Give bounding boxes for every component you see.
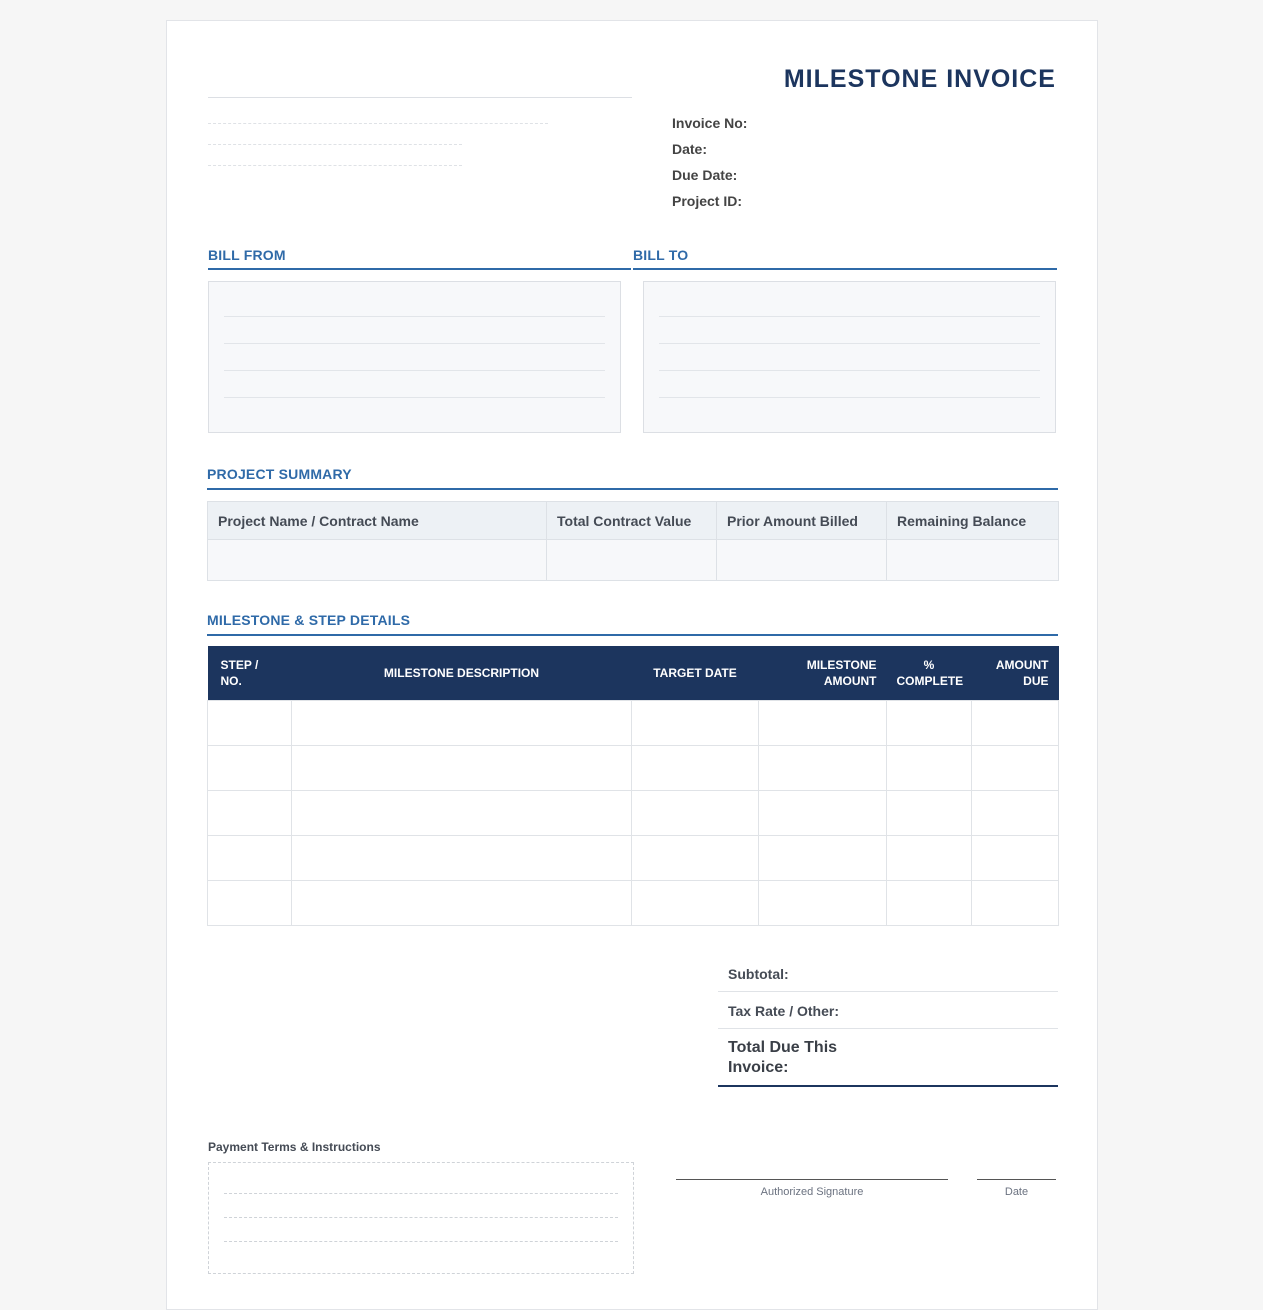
milestone-amount-cell[interactable] <box>758 879 887 926</box>
milestone-amount-cell[interactable] <box>758 744 887 791</box>
milestone-amount-cell[interactable] <box>758 834 887 881</box>
project-summary-rule <box>207 488 1058 490</box>
target-date-cell[interactable] <box>631 744 759 791</box>
project-summary-heading: PROJECT SUMMARY <box>207 466 352 482</box>
target-date-header: TARGET DATE <box>631 646 759 700</box>
target-date-cell[interactable] <box>631 879 759 926</box>
milestone-row <box>207 879 1059 926</box>
description-cell[interactable] <box>291 834 632 881</box>
remaining-balance-header: Remaining Balance <box>886 501 1059 540</box>
step-cell[interactable] <box>207 879 292 926</box>
target-date-cell[interactable] <box>631 699 759 746</box>
invoice-title: MILESTONE INVOICE <box>783 65 1056 93</box>
percent-complete-cell[interactable] <box>886 699 972 746</box>
milestone-details-rule <box>207 634 1058 636</box>
amount-due-cell[interactable] <box>971 879 1059 926</box>
payment-line <box>224 1193 618 1194</box>
tax-row[interactable]: Tax Rate / Other: <box>718 992 1058 1029</box>
project-id-label: Project ID: <box>672 193 743 209</box>
address-line <box>224 397 605 398</box>
address-line <box>224 343 605 344</box>
amount-due-cell[interactable] <box>971 699 1059 746</box>
total-due-label: Total Due This Invoice: <box>728 1039 838 1076</box>
tax-label: Tax Rate / Other: <box>728 1003 839 1019</box>
subtotal-label: Subtotal: <box>728 966 789 982</box>
signature-date-caption: Date <box>1004 1186 1029 1198</box>
subtotal-row[interactable]: Subtotal: <box>718 955 1058 992</box>
company-address-line[interactable] <box>208 165 462 166</box>
bill-from-heading: BILL FROM <box>208 247 286 263</box>
company-name-line[interactable] <box>208 97 632 98</box>
step-cell[interactable] <box>207 699 292 746</box>
bill-from-rule <box>208 268 631 270</box>
payment-terms-box[interactable] <box>208 1162 634 1274</box>
amount-due-cell[interactable] <box>971 789 1059 836</box>
milestone-row <box>207 834 1059 881</box>
payment-terms-label: Payment Terms & Instructions <box>208 1140 381 1154</box>
milestone-details-table: STEP / NO. MILESTONE DESCRIPTION TARGET … <box>207 646 1059 926</box>
step-cell[interactable] <box>207 834 292 881</box>
project-name-header: Project Name / Contract Name <box>207 501 547 540</box>
details-header-row: STEP / NO. MILESTONE DESCRIPTION TARGET … <box>207 646 1059 700</box>
authorized-signature-caption: Authorized Signature <box>760 1186 864 1198</box>
company-address-line[interactable] <box>208 144 462 145</box>
address-line <box>659 370 1040 371</box>
address-line <box>659 397 1040 398</box>
amount-due-cell[interactable] <box>971 744 1059 791</box>
total-contract-value-cell[interactable] <box>546 539 717 581</box>
bill-to-rule <box>633 268 1057 270</box>
percent-complete-header: % COMPLETE <box>886 646 972 700</box>
step-number-header: STEP / NO. <box>207 646 292 700</box>
project-summary-table: Project Name / Contract Name Total Contr… <box>207 501 1059 581</box>
percent-complete-cell[interactable] <box>886 879 972 926</box>
total-due-row[interactable]: Total Due This Invoice: <box>718 1029 1058 1087</box>
signature-date-line[interactable] <box>977 1179 1056 1180</box>
description-cell[interactable] <box>291 789 632 836</box>
milestone-amount-cell[interactable] <box>758 699 887 746</box>
step-cell[interactable] <box>207 744 292 791</box>
amount-due-header: AMOUNT DUE <box>971 646 1059 700</box>
invoice-sheet: MILESTONE INVOICE Invoice No: Date: Due … <box>166 20 1098 1310</box>
remaining-balance-cell[interactable] <box>886 539 1059 581</box>
prior-amount-billed-header: Prior Amount Billed <box>716 501 887 540</box>
milestone-description-header: MILESTONE DESCRIPTION <box>291 646 632 700</box>
company-address-line[interactable] <box>208 123 548 124</box>
milestone-details-heading: MILESTONE & STEP DETAILS <box>207 612 411 628</box>
percent-complete-cell[interactable] <box>886 789 972 836</box>
payment-line <box>224 1217 618 1218</box>
milestone-amount-cell[interactable] <box>758 789 887 836</box>
bill-to-box[interactable] <box>643 281 1056 433</box>
address-line <box>659 343 1040 344</box>
invoice-number-label: Invoice No: <box>672 115 748 131</box>
step-cell[interactable] <box>207 789 292 836</box>
milestone-row <box>207 789 1059 836</box>
target-date-cell[interactable] <box>631 789 759 836</box>
authorized-signature-line[interactable] <box>676 1179 948 1180</box>
description-cell[interactable] <box>291 699 632 746</box>
target-date-cell[interactable] <box>631 834 759 881</box>
address-line <box>659 316 1040 317</box>
project-name-cell[interactable] <box>207 539 547 581</box>
amount-due-cell[interactable] <box>971 834 1059 881</box>
address-line <box>224 316 605 317</box>
due-date-label: Due Date: <box>672 167 738 183</box>
description-cell[interactable] <box>291 879 632 926</box>
milestone-row <box>207 744 1059 791</box>
summary-row <box>207 539 1059 581</box>
percent-complete-cell[interactable] <box>886 744 972 791</box>
address-line <box>224 370 605 371</box>
total-contract-value-header: Total Contract Value <box>546 501 717 540</box>
milestone-row <box>207 699 1059 746</box>
summary-header-row: Project Name / Contract Name Total Contr… <box>207 501 1059 540</box>
prior-amount-billed-cell[interactable] <box>716 539 887 581</box>
bill-from-box[interactable] <box>208 281 621 433</box>
description-cell[interactable] <box>291 744 632 791</box>
percent-complete-cell[interactable] <box>886 834 972 881</box>
payment-line <box>224 1241 618 1242</box>
bill-to-heading: BILL TO <box>633 247 689 263</box>
milestone-amount-header: MILESTONE AMOUNT <box>758 646 887 700</box>
invoice-date-label: Date: <box>672 141 708 157</box>
